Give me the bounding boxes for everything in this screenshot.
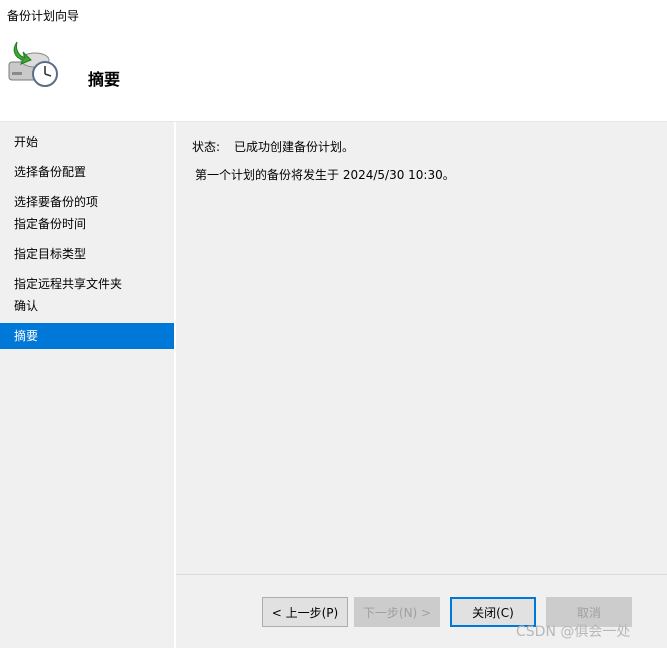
title-bar: 备份计划向导 — [0, 0, 667, 30]
step-specify-time[interactable]: 指定备份时间 — [0, 211, 174, 237]
page-title: 摘要 — [88, 70, 121, 89]
step-start[interactable]: 开始 — [0, 129, 174, 155]
next-button: 下一步(N) > — [354, 597, 440, 627]
step-destination-type[interactable]: 指定目标类型 — [0, 241, 174, 267]
previous-button[interactable]: < 上一步(P) — [262, 597, 348, 627]
wizard-steps-sidebar: 开始 选择备份配置 选择要备份的项 指定备份时间 指定目标类型 指定远程共享文件… — [0, 122, 174, 648]
step-select-backup-config[interactable]: 选择备份配置 — [0, 159, 174, 185]
next-backup-text: 第一个计划的备份将发生于 2024/5/30 10:30。 — [195, 168, 455, 182]
status-label: 状态: — [192, 140, 221, 154]
wizard-header: 摘要 — [0, 30, 667, 122]
status-value: 已成功创建备份计划。 — [234, 140, 355, 154]
step-confirmation[interactable]: 确认 — [0, 293, 174, 319]
window-title: 备份计划向导 — [7, 9, 80, 23]
step-summary[interactable]: 摘要 — [0, 323, 174, 349]
backup-clock-icon — [8, 41, 58, 87]
watermark: CSDN @俱会一处 — [516, 624, 631, 640]
summary-panel: 状态: 已成功创建备份计划。 第一个计划的备份将发生于 2024/5/30 10… — [176, 122, 667, 574]
